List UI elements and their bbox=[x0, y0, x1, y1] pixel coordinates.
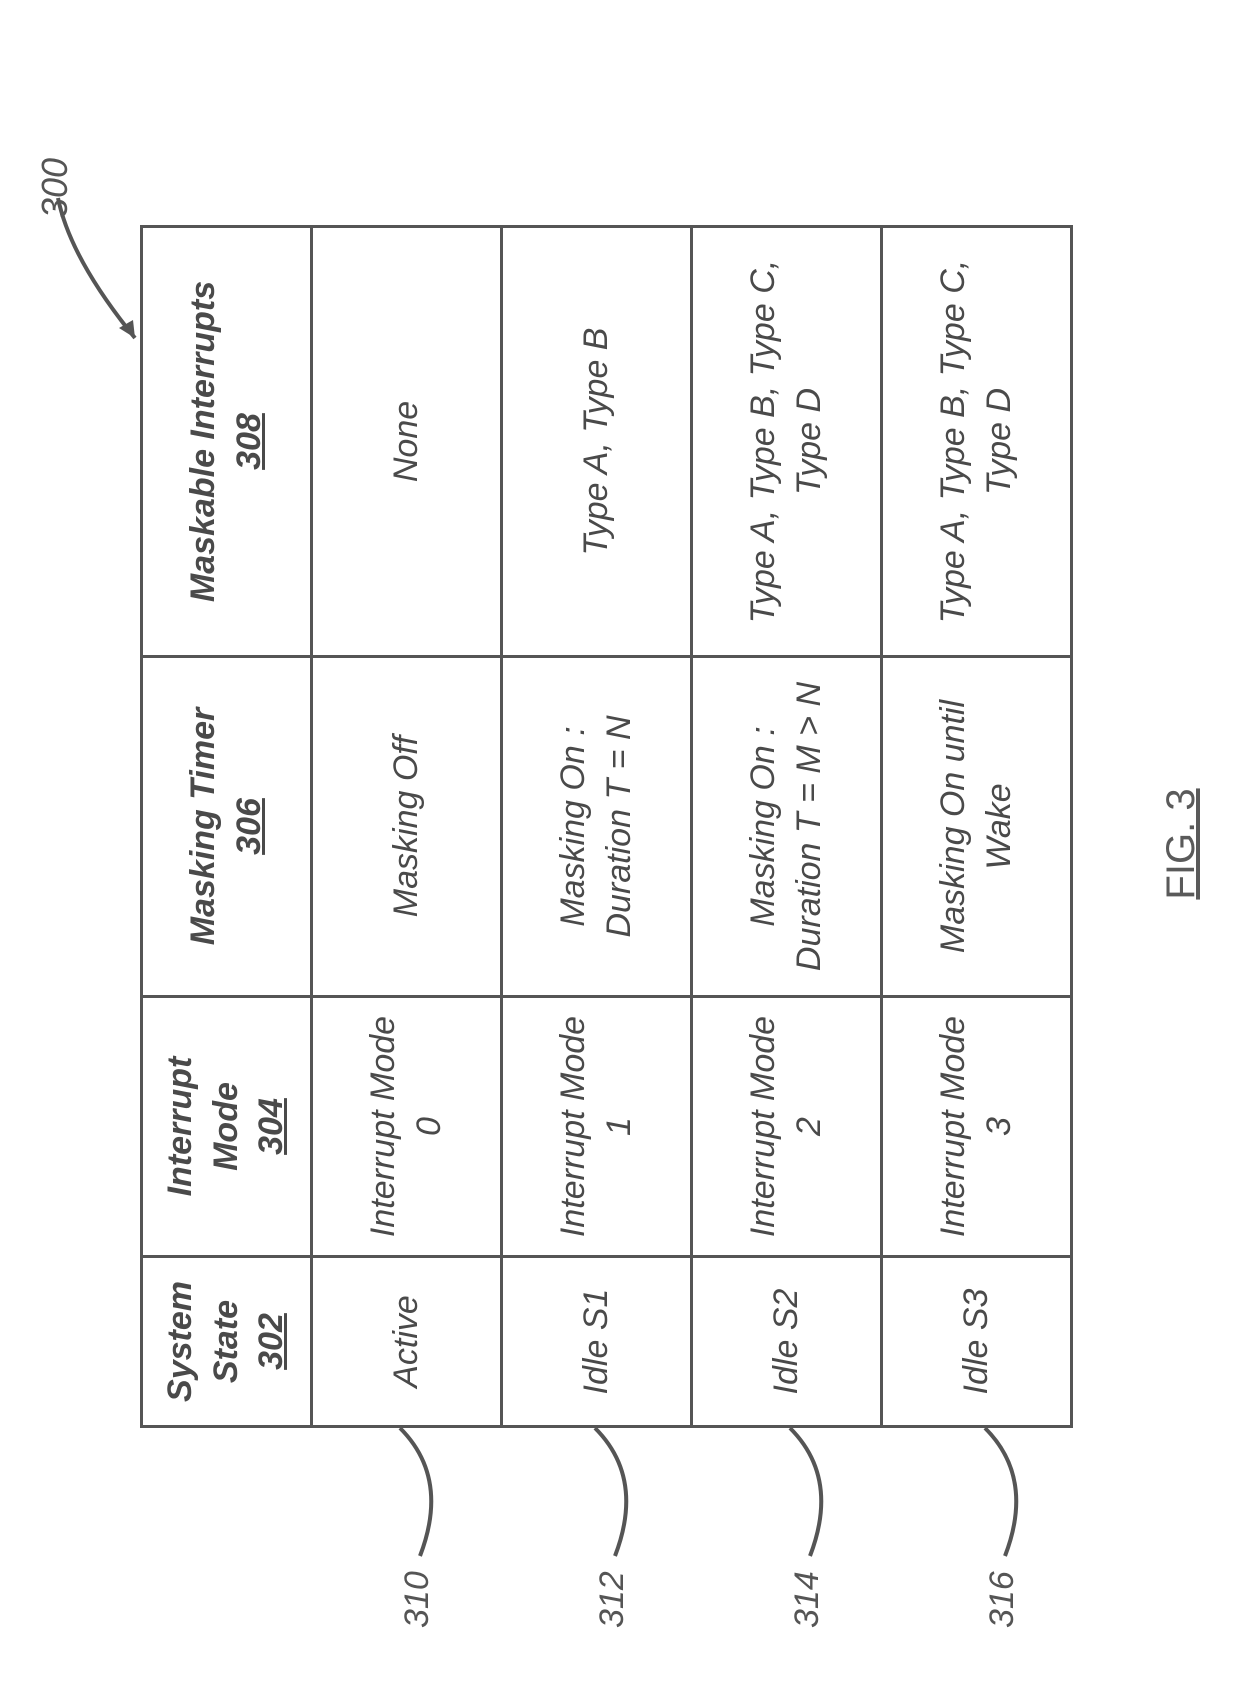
cell-system-state: Idle S1 bbox=[502, 1257, 692, 1427]
cell-system-state: Idle S2 bbox=[692, 1257, 882, 1427]
row-ref-lead: 312 bbox=[575, 1408, 655, 1628]
cell-maskable-interrupts: None bbox=[312, 227, 502, 657]
state-table: System State 302 Interrupt Mode 304 Mask… bbox=[140, 225, 1073, 1428]
figure-caption: FIG. 3 bbox=[1159, 788, 1204, 899]
table-row: Active Interrupt Mode 0 Masking Off None bbox=[312, 227, 502, 1427]
row-ref-lead: 316 bbox=[965, 1408, 1045, 1628]
cell-interrupt-mode: Interrupt Mode 3 bbox=[882, 997, 1072, 1257]
row-ref-lead: 314 bbox=[770, 1408, 850, 1628]
cell-maskable-interrupts: Type A, Type B bbox=[502, 227, 692, 657]
col-header-masking-timer: Masking Timer 306 bbox=[142, 657, 312, 997]
cell-masking-timer: Masking Off bbox=[312, 657, 502, 997]
cell-masking-timer: Masking On : Duration T = N bbox=[502, 657, 692, 997]
col-header-interrupt-mode: Interrupt Mode 304 bbox=[142, 997, 312, 1257]
cell-masking-timer: Masking On until Wake bbox=[882, 657, 1072, 997]
cell-interrupt-mode: Interrupt Mode 2 bbox=[692, 997, 882, 1257]
cell-system-state: Active bbox=[312, 1257, 502, 1427]
cell-interrupt-mode: Interrupt Mode 0 bbox=[312, 997, 502, 1257]
table-row: Idle S2 Interrupt Mode 2 Masking On : Du… bbox=[692, 227, 882, 1427]
col-header-system-state: System State 302 bbox=[142, 1257, 312, 1427]
cell-interrupt-mode: Interrupt Mode 1 bbox=[502, 997, 692, 1257]
cell-maskable-interrupts: Type A, Type B, Type C, Type D bbox=[692, 227, 882, 657]
table-row: Idle S1 Interrupt Mode 1 Masking On : Du… bbox=[502, 227, 692, 1427]
col-header-maskable-interrupts: Maskable Interrupts 308 bbox=[142, 227, 312, 657]
cell-masking-timer: Masking On : Duration T = M > N bbox=[692, 657, 882, 997]
row-ref-lead: 310 bbox=[380, 1408, 460, 1628]
table-row: Idle S3 Interrupt Mode 3 Masking On unti… bbox=[882, 227, 1072, 1427]
cell-maskable-interrupts: Type A, Type B, Type C, Type D bbox=[882, 227, 1072, 657]
cell-system-state: Idle S3 bbox=[882, 1257, 1072, 1427]
figure-ref-number: 300 bbox=[34, 158, 76, 218]
